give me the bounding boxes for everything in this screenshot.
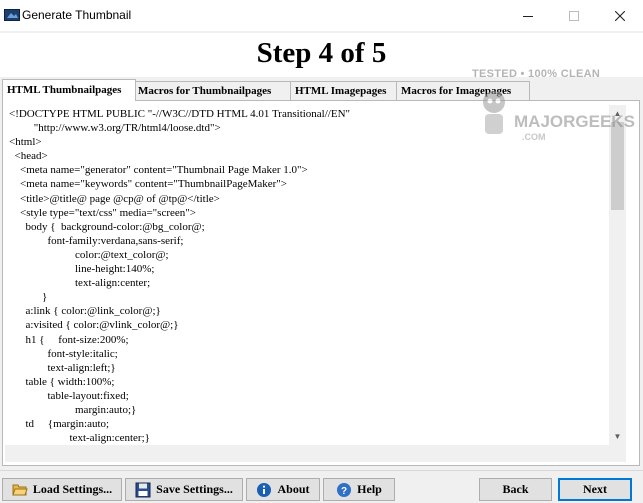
- info-icon: [257, 482, 272, 497]
- tab-html-imagepages[interactable]: HTML Imagepages: [290, 81, 397, 100]
- svg-text:?: ?: [341, 486, 347, 497]
- close-button[interactable]: [597, 0, 643, 31]
- load-settings-label: Load Settings...: [32, 482, 113, 496]
- html-template-text[interactable]: <!DOCTYPE HTML PUBLIC "-//W3C//DTD HTML …: [5, 105, 609, 445]
- help-icon: ?: [337, 482, 352, 497]
- mascot-icon: [483, 91, 505, 134]
- vertical-scrollbar[interactable]: ▲ ▼: [609, 105, 626, 445]
- horizontal-scrollbar[interactable]: [5, 445, 626, 462]
- tab-html-thumbnailpages[interactable]: HTML Thumbnailpages: [2, 79, 136, 101]
- folder-open-icon: [12, 484, 28, 495]
- about-label: About: [277, 482, 310, 496]
- minimize-icon: [523, 15, 533, 17]
- html-template-editor[interactable]: <!DOCTYPE HTML PUBLIC "-//W3C//DTD HTML …: [5, 105, 609, 445]
- watermark-brand: MAJORGEEKS: [514, 112, 635, 131]
- load-settings-button[interactable]: Load Settings...: [2, 478, 122, 501]
- next-button[interactable]: Next: [558, 478, 632, 501]
- maximize-icon: [569, 10, 579, 21]
- window-title: Generate Thumbnail: [22, 8, 132, 22]
- save-settings-button[interactable]: Save Settings...: [125, 478, 243, 501]
- watermark-tagline: TESTED • 100% CLEAN: [472, 68, 601, 80]
- close-icon: [615, 10, 625, 21]
- scroll-down-icon[interactable]: ▼: [609, 428, 626, 445]
- tab-macros-thumbnailpages[interactable]: Macros for Thumbnailpages: [133, 81, 292, 100]
- watermark-domain: .COM: [522, 132, 546, 142]
- save-settings-label: Save Settings...: [156, 482, 233, 496]
- scrollbar-thumb[interactable]: [611, 122, 624, 210]
- majorgeeks-watermark: TESTED • 100% CLEAN MAJORGEEKS .COM: [468, 68, 635, 150]
- footer-divider: [0, 470, 643, 471]
- maximize-button[interactable]: [551, 0, 597, 31]
- about-button[interactable]: About: [246, 478, 320, 501]
- tab-panel: <!DOCTYPE HTML PUBLIC "-//W3C//DTD HTML …: [2, 100, 640, 466]
- back-button[interactable]: Back: [479, 478, 552, 501]
- help-label: Help: [357, 482, 382, 496]
- minimize-button[interactable]: [505, 0, 551, 31]
- floppy-disk-icon: [135, 482, 151, 497]
- help-button[interactable]: ? Help: [323, 478, 395, 501]
- app-icon: [4, 9, 20, 21]
- title-bar: Generate Thumbnail: [0, 0, 643, 31]
